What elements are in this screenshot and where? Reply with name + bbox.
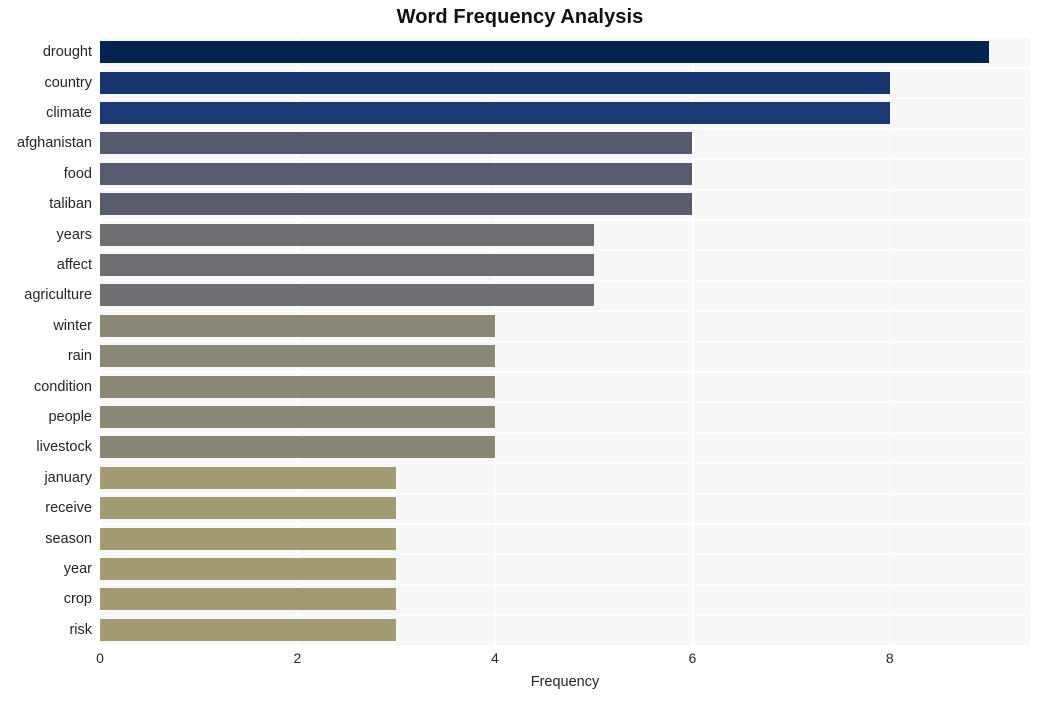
y-gridline [100,401,1030,403]
y-gridline [100,219,1030,221]
y-tick-label-country: country [44,74,92,91]
x-tick-label-2: 2 [293,650,302,666]
bar-january [100,466,397,489]
y-tick-label-afghanistan: afghanistan [17,135,92,152]
y-tick-label-livestock: livestock [36,439,92,456]
x-tick-label-6: 6 [688,650,697,666]
bar-row [100,375,495,398]
y-tick-label-year: year [63,561,92,577]
bar-row [100,314,495,337]
bar-row [100,254,594,276]
bar-row [100,436,495,459]
y-gridline [100,614,1030,616]
bar-rain [100,345,495,368]
y-gridline [100,341,1030,343]
y-tick-label-january: january [44,469,92,486]
x-tick-label-8: 8 [885,650,894,666]
bar-row [100,102,890,124]
bar-row [100,527,397,550]
bar-row [100,193,693,216]
bar-row [100,345,495,368]
bar-risk [100,618,397,641]
bar-affect [100,254,594,276]
y-gridline [100,462,1030,464]
word-frequency-chart: Word Frequency Analysis drought country cl… [0,0,1040,701]
y-tick-label-people: people [48,409,92,425]
y-tick-label-risk: risk [69,621,92,638]
bar-livestock [100,436,495,459]
bar-agriculture [100,284,594,307]
y-tick-label-food: food [63,165,92,182]
bar-row [100,466,397,489]
bar-condition [100,375,495,398]
bar-food [100,162,693,185]
y-gridline [100,67,1030,69]
y-gridline [100,584,1030,586]
y-tick-label-condition: condition [33,378,92,395]
y-gridline [100,432,1030,434]
y-tick-label-crop: crop [63,591,92,608]
y-tick-label-climate: climate [46,105,92,121]
x-axis-label: Frequency [530,674,600,690]
bar-taliban [100,193,693,216]
bar-row [100,497,397,520]
bar-row [100,71,890,94]
bar-row [100,406,495,428]
bar-winter [100,314,495,337]
y-tick-label-rain: rain [67,348,92,365]
y-tick-label-receive: receive [45,500,92,517]
bar-crop [100,588,397,611]
bar-drought [100,41,989,64]
x-tick-label-0: 0 [96,650,104,666]
bar-row [100,223,594,246]
bar-year [100,558,397,580]
bar-row [100,284,594,307]
bar-people [100,406,495,428]
y-gridline [100,128,1030,130]
bar-afghanistan [100,132,693,155]
chart-title: Word Frequency Analysis [396,6,644,28]
y-gridline [100,249,1030,251]
y-gridline [100,371,1030,373]
y-gridline [100,189,1030,191]
bar-season [100,527,397,550]
y-gridline [100,280,1030,282]
y-gridline [100,493,1030,495]
bar-country [100,71,890,94]
bar-receive [100,497,397,520]
bar-climate [100,102,890,124]
y-tick-label-agriculture: agriculture [24,287,92,304]
y-gridline [100,523,1030,525]
y-gridline [100,97,1030,99]
x-tick-label-4: 4 [490,650,499,666]
bar-row [100,588,397,611]
bar-row [100,41,989,64]
bar-row [100,558,397,580]
y-tick-label-taliban: taliban [49,196,92,213]
y-tick-label-years: years [56,226,92,243]
bar-row [100,132,693,155]
y-tick-label-drought: drought [42,44,92,61]
bar-years [100,223,594,246]
y-gridline [100,553,1030,555]
y-gridline [100,158,1030,160]
y-tick-label-affect: affect [56,257,92,273]
y-tick-label-winter: winter [53,317,92,334]
bar-row [100,162,693,185]
bar-row [100,618,397,641]
y-gridline [100,310,1030,312]
y-gridline [100,37,1030,39]
y-gridline [100,645,1030,647]
plot-area [100,37,1030,647]
y-tick-label-season: season [45,530,92,547]
